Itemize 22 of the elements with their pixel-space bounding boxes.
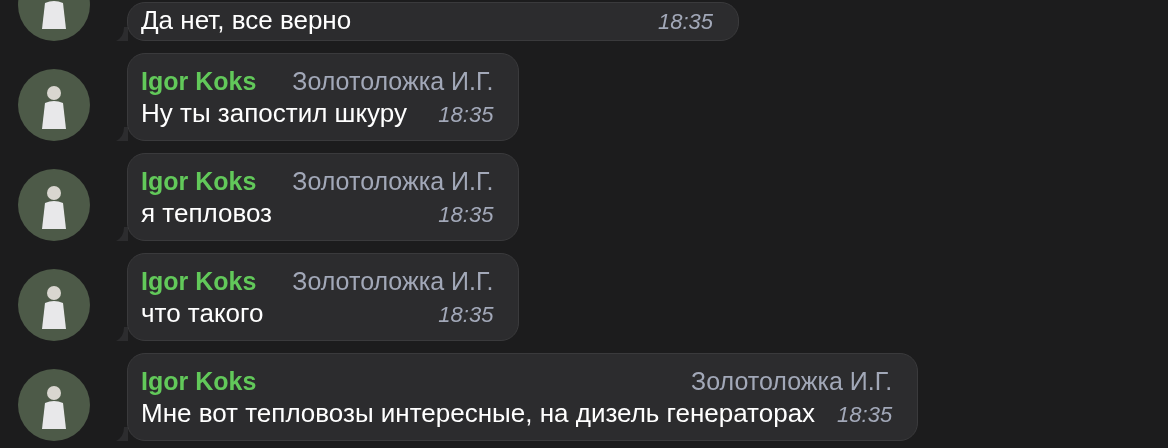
author-name: Igor Koks: [141, 266, 257, 296]
message-time: 18:35: [438, 301, 494, 329]
author-signature: Золотоложка И.Г.: [292, 266, 494, 296]
author-name: Igor Koks: [141, 166, 257, 196]
message-time: 18:35: [438, 201, 494, 229]
author-signature: Золотоложка И.Г.: [292, 66, 494, 96]
message-time: 18:35: [837, 401, 893, 429]
author-signature: Золотоложка И.Г.: [292, 166, 494, 196]
message-time: 18:35: [657, 8, 713, 36]
author-signature: Золотоложка И.Г.: [691, 366, 893, 396]
photo-placeholder: [18, 269, 90, 341]
message-text: Да нет, все верно: [141, 4, 352, 37]
message-text: Мне вот тепловозы интересные, на дизель генераторах: [141, 397, 816, 430]
author-name: Igor Koks: [141, 66, 257, 96]
message-text: я тепловоз: [141, 197, 272, 230]
photo-placeholder: [18, 169, 90, 241]
message-text: что такого: [141, 297, 264, 330]
photo-placeholder: [18, 69, 90, 141]
message-text: Ну ты запостил шкуру: [141, 97, 407, 130]
author-name: Igor Koks: [141, 366, 257, 396]
message-time: 18:35: [438, 101, 494, 129]
photo-placeholder: [18, 369, 90, 441]
